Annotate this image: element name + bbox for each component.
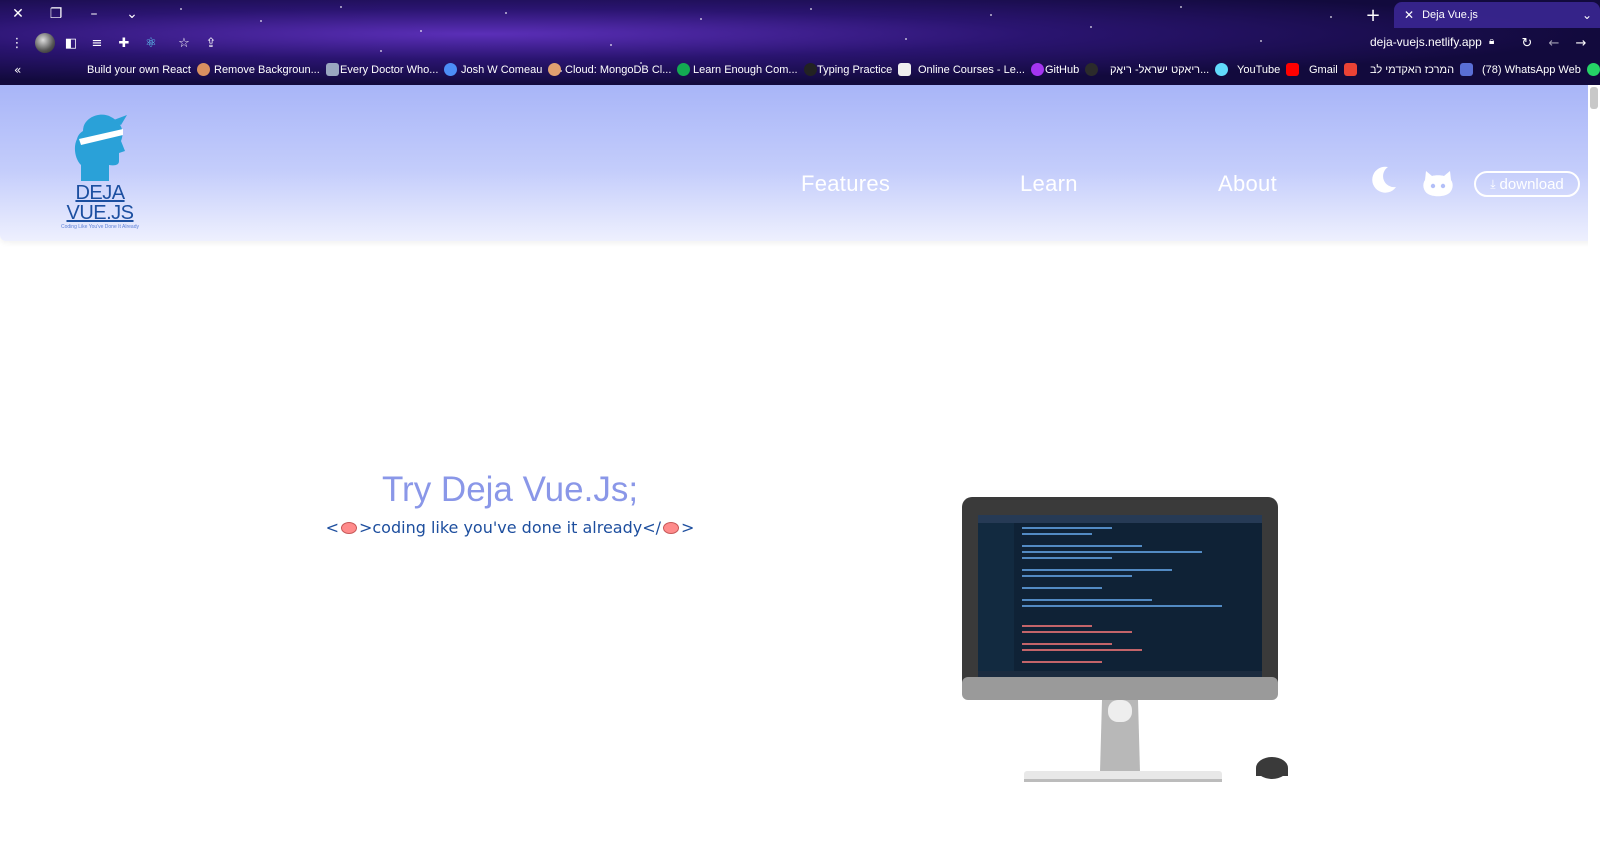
share-icon[interactable]: ⇪ [202,34,220,52]
bookmark-item[interactable]: Typing Practice [817,63,912,76]
new-tab-button[interactable]: + [1362,4,1384,26]
sidebar-icon[interactable]: ◧ [62,34,80,52]
page-viewport: DEJA VUE.JS Coding Like You've Done It A… [0,85,1600,866]
bookmark-item[interactable]: ריאקט ישראל- ריאק... [1110,63,1229,76]
title-bar: ✕ ❐ – ⌄ + ✕ Deja Vue.js ⌄ [0,0,1600,28]
bookmark-item[interactable]: YouTube [1237,63,1300,76]
bookmark-favicon-icon [1031,63,1044,76]
bookmark-favicon-icon [325,63,339,76]
bookmark-favicon-icon [548,63,562,76]
close-window-icon[interactable]: ✕ [8,4,28,24]
bookmark-favicon-icon [1085,63,1099,76]
download-label: download [1499,175,1564,193]
reading-list-icon[interactable]: ≡ [88,34,106,52]
back-arrow-icon[interactable]: ← [1545,34,1563,52]
menu-kebab-icon[interactable]: ⋮ [8,34,26,52]
extensions-icon[interactable]: ✚ [115,34,133,52]
head-logo-icon [74,114,127,181]
bookmark-favicon-icon [444,63,458,76]
restore-window-icon[interactable]: ❐ [46,4,66,24]
bookmark-item[interactable]: (78) WhatsApp Web [1482,63,1600,76]
site-logo[interactable]: DEJA VUE.JS Coding Like You've Done It A… [44,111,156,230]
bookmark-favicon-icon [1460,63,1474,76]
github-icon[interactable] [1421,165,1455,199]
nav-learn[interactable]: Learn [1020,171,1078,197]
bookmark-favicon-icon [803,63,817,76]
browser-toolbar: ⋮ ◧ ≡ ✚ ⚛ ☆ ⇪ deja-vuejs.netlify.app 🔒︎ … [0,28,1600,58]
lock-icon[interactable]: 🔒︎ [1489,36,1494,47]
react-devtools-icon[interactable]: ⚛ [142,34,160,52]
active-tab[interactable]: ✕ Deja Vue.js ⌄ [1394,2,1600,28]
bookmark-item[interactable]: Online Courses - Le... [918,63,1044,76]
bookmark-item[interactable]: Josh W Comeau [461,63,562,76]
nav-features[interactable]: Features [801,171,890,197]
bookmark-favicon-icon [898,63,912,76]
bookmark-favicon-icon [1215,63,1229,76]
bookmark-item[interactable]: GitHub [1045,63,1099,76]
bookmark-item[interactable]: Learn Enough Com... [693,63,817,76]
bookmark-favicon-icon [677,63,691,76]
bookmark-item[interactable]: Cloud: MongoDB Cl... [565,63,691,76]
bookmark-item[interactable]: Build your own React [87,63,210,76]
bookmark-favicon-icon [196,63,210,76]
nav-about[interactable]: About [1218,171,1277,197]
moon-icon[interactable] [1368,165,1398,195]
brain-icon [663,522,680,534]
browser-chrome: ✕ ❐ – ⌄ + ✕ Deja Vue.js ⌄ ⋮ ◧ ≡ ✚ ⚛ ☆ ⇪ … [0,0,1600,85]
bookmark-item[interactable]: המרכז האקדמי לב [1370,63,1474,76]
profile-avatar[interactable] [35,33,55,53]
download-icon: ⤓ [1490,176,1496,191]
desktop-computer-illustration [962,497,1288,782]
download-button[interactable]: ⤓ download [1474,171,1580,197]
forward-arrow-icon[interactable]: → [1572,34,1590,52]
page-scrollbar[interactable] [1588,85,1600,866]
tab-close-icon[interactable]: ✕ [1404,8,1414,22]
bookmark-favicon-icon [1343,63,1357,76]
bookmark-item[interactable]: Every Doctor Who... [340,63,458,76]
bookmark-item[interactable]: Gmail [1309,63,1357,76]
tab-search-icon[interactable]: ⌄ [122,4,142,24]
bookmark-item[interactable]: Remove Backgroun... [214,63,339,76]
hero-title: Try Deja Vue.Js; [381,470,639,509]
bookmark-star-icon[interactable]: ☆ [175,34,193,52]
scrollbar-thumb[interactable] [1590,87,1598,109]
logo-tagline: Coding Like You've Done It Already [61,224,139,230]
logo-title: DEJA VUE.JS [66,182,134,224]
bookmark-favicon-icon [1586,63,1600,76]
tab-title: Deja Vue.js [1422,9,1478,21]
bookmarks-collapse-icon[interactable]: « [14,63,21,77]
brain-icon [340,522,357,534]
hero-subtitle: < >coding like you've done it already</> [325,518,695,537]
bookmark-favicon-icon [1286,63,1300,76]
reload-icon[interactable]: ↻ [1518,34,1536,52]
site-header: DEJA VUE.JS Coding Like You've Done It A… [0,85,1600,241]
address-bar[interactable]: deja-vuejs.netlify.app [1370,35,1482,49]
tab-menu-icon[interactable]: ⌄ [1582,8,1592,22]
minimize-window-icon[interactable]: – [84,4,104,24]
